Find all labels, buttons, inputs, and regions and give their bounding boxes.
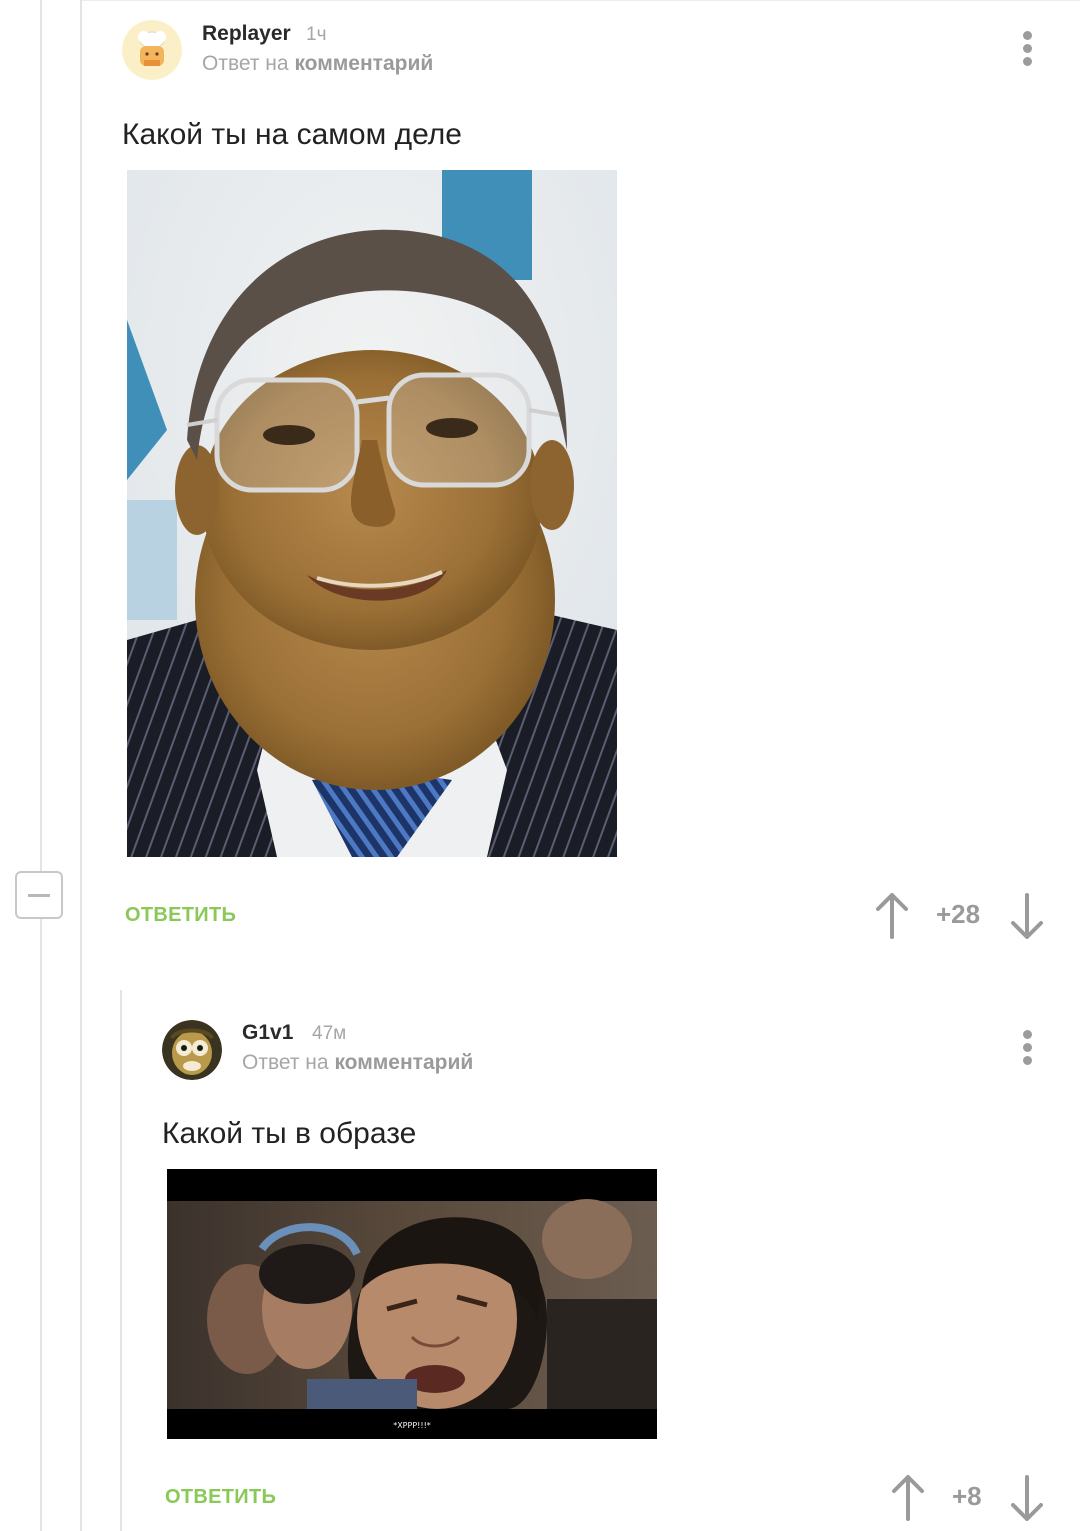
rating-value: +28 [936, 899, 981, 929]
movie-still-photo [167, 1169, 657, 1439]
comment-image[interactable]: *ХРРР!!!* [167, 1169, 657, 1439]
rating-value: +8 [952, 1481, 982, 1511]
reply-to-prefix: Ответ на [242, 1051, 329, 1074]
reply-to-line: Ответ на комментарий [202, 52, 433, 76]
arrow-down-icon[interactable] [1010, 893, 1044, 939]
avatar[interactable] [122, 20, 182, 80]
arrow-up-icon[interactable] [891, 1475, 925, 1521]
arrow-down-icon[interactable] [1010, 1475, 1044, 1521]
kebab-menu-icon[interactable] [1017, 31, 1037, 75]
comment-time: 1ч [306, 24, 327, 45]
avatar[interactable] [162, 1020, 222, 1080]
comment-text: Какой ты в образе [162, 1117, 417, 1150]
comment-replayer: Replayer 1ч Ответ на комментарий Какой т… [0, 0, 1080, 960]
comment-author[interactable]: G1v1 [242, 1021, 293, 1045]
comment-image[interactable] [127, 170, 617, 857]
arrow-up-icon[interactable] [875, 893, 909, 939]
reply-button[interactable]: ОТВЕТИТЬ [125, 904, 236, 927]
comment-g1v1: G1v1 47м Ответ на комментарий Какой ты в… [0, 990, 1080, 1531]
comment-time: 47м [312, 1023, 347, 1044]
image-caption: *ХРРР!!!* [393, 1421, 431, 1430]
reply-to-line: Ответ на комментарий [242, 1051, 473, 1075]
comment-text: Какой ты на самом деле [122, 118, 462, 151]
portrait-photo [127, 170, 617, 857]
reply-to-link[interactable]: комментарий [294, 52, 433, 75]
kebab-menu-icon[interactable] [1017, 1030, 1037, 1074]
reply-to-prefix: Ответ на [202, 52, 289, 75]
cartoon-face-avatar-icon [162, 1020, 222, 1080]
reply-to-link[interactable]: комментарий [334, 1051, 473, 1074]
reply-button[interactable]: ОТВЕТИТЬ [165, 1486, 276, 1509]
comment-author[interactable]: Replayer [202, 22, 291, 46]
cook-avatar-icon [122, 20, 182, 80]
